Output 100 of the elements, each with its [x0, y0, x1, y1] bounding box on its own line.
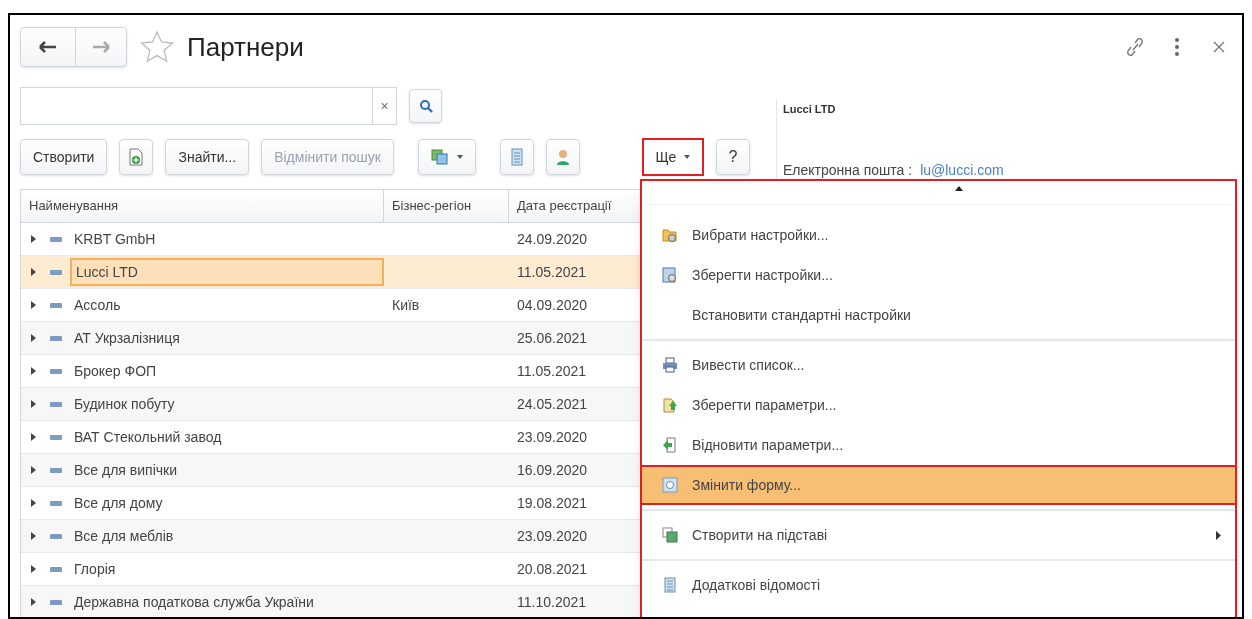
icon-button[interactable]	[545, 139, 580, 175]
expand-arrow-icon[interactable]	[31, 499, 36, 507]
column-header[interactable]: Найменування	[29, 196, 119, 216]
table-cell-text: Ассоль	[73, 295, 122, 315]
expand-arrow-icon[interactable]	[31, 466, 36, 474]
caret-icon	[684, 155, 691, 159]
expand-arrow-icon[interactable]	[31, 367, 36, 375]
table-cell: 11.05.2021	[517, 263, 587, 280]
expand-arrow-icon[interactable]	[31, 400, 36, 408]
table-cell: 04.09.2020	[517, 296, 588, 313]
disk-gear-icon	[662, 267, 678, 283]
folder-gear-icon	[662, 227, 678, 243]
table-cell: Lucci LTD	[70, 258, 384, 286]
more-button[interactable]: Ще	[641, 138, 704, 176]
table-cell-text: Брокер ФОП	[73, 361, 158, 381]
close-icon[interactable]	[1212, 40, 1226, 54]
table-cell-text: АТ Укрзалізниця	[73, 328, 181, 348]
expand-arrow-icon[interactable]	[31, 301, 36, 309]
column-header[interactable]: Бізнес-регіон	[392, 196, 472, 216]
table-cell-text: Все для меблів	[73, 526, 175, 546]
table-cell: 25.06.2021	[517, 329, 588, 346]
item-icon	[50, 269, 62, 275]
list-icon	[664, 577, 676, 593]
table-row[interactable]: АТ Укрзалізниця 25.06.2021	[21, 322, 643, 355]
table-cell: 11.10.2021	[517, 593, 587, 610]
item-icon	[50, 335, 62, 341]
add-document-icon	[129, 148, 144, 166]
caret-icon	[456, 155, 463, 159]
item-icon	[50, 368, 62, 374]
table-row[interactable]: Lucci LTD 11.05.2021	[21, 256, 643, 289]
table-cell-text: Державна податкова служба України	[73, 592, 315, 612]
table-cell: 16.09.2020	[517, 461, 588, 478]
search-button[interactable]	[409, 89, 442, 123]
copy-documents-icon	[430, 149, 449, 165]
window-gear-icon	[662, 477, 678, 493]
table-row[interactable]: Будинок побуту 24.05.2021	[21, 388, 643, 421]
menu-item[interactable]: Створити на підставі	[642, 515, 1235, 555]
item-icon	[50, 236, 62, 242]
star-icon[interactable]	[139, 30, 175, 64]
item-icon	[50, 599, 62, 605]
toolbar-button[interactable]: Створити	[20, 139, 108, 175]
list-icon	[510, 148, 523, 166]
menu-item[interactable]: Вивести список...	[642, 345, 1235, 385]
expand-arrow-icon[interactable]	[31, 565, 36, 573]
table-cell-text: ВАТ Стекольний завод	[73, 427, 223, 447]
more-options-icon[interactable]	[1174, 37, 1180, 57]
item-icon	[50, 434, 62, 440]
printer-icon	[662, 357, 678, 373]
item-icon	[50, 566, 62, 572]
column-header[interactable]: Дата реєстрації	[517, 196, 612, 216]
expand-arrow-icon[interactable]	[31, 334, 36, 342]
submenu-arrow-icon	[1216, 530, 1221, 540]
table-row[interactable]: Все для випічки 16.09.2020	[21, 454, 643, 487]
menu-item[interactable]: Вибрати настройки...	[642, 215, 1235, 255]
icon-button[interactable]	[119, 139, 154, 175]
expand-arrow-icon[interactable]	[31, 235, 36, 243]
table-cell: 19.08.2021	[517, 494, 588, 511]
expand-arrow-icon[interactable]	[31, 433, 36, 441]
table-row[interactable]: Державна податкова служба України 11.10.2021	[21, 586, 643, 617]
table-cell: 24.09.2020	[517, 230, 588, 247]
expand-arrow-icon[interactable]	[31, 598, 36, 606]
table-cell-text: Все для випічки	[73, 460, 178, 480]
table-cell: 23.09.2020	[517, 428, 588, 445]
person-icon	[555, 148, 570, 166]
document-arrow-icon	[662, 397, 678, 413]
item-icon	[50, 401, 62, 407]
table-cell: 20.08.2021	[517, 560, 588, 577]
expand-arrow-icon[interactable]	[31, 268, 36, 276]
menu-item[interactable]: Зберегти настройки...	[642, 255, 1235, 295]
table-cell: 23.09.2020	[517, 527, 588, 544]
search-icon	[418, 99, 433, 113]
search-field[interactable]: ×	[20, 87, 397, 125]
menu-item[interactable]: Відновити параметри...	[642, 425, 1235, 465]
menu-item[interactable]: Встановити стандартні настройки	[642, 295, 1235, 335]
copy-documents-icon	[662, 527, 678, 543]
email-link[interactable]: lu@lucci.com	[920, 159, 1004, 181]
scroll-up-icon[interactable]	[954, 186, 963, 191]
table-cell: Київ	[392, 296, 420, 313]
toolbar-button[interactable]: Знайти...	[165, 139, 250, 175]
forward-arrow-icon	[92, 41, 110, 53]
table-cell-text: Глорія	[73, 559, 117, 579]
menu-item[interactable]: Змінити форму...	[640, 465, 1237, 505]
table-cell: 11.05.2021	[517, 362, 587, 379]
item-icon	[50, 467, 62, 473]
document-arrow-icon	[662, 437, 678, 453]
page-title: Партнери	[187, 30, 304, 64]
dropdown-button[interactable]	[417, 139, 476, 175]
table-cell: 24.05.2021	[517, 395, 588, 412]
expand-arrow-icon[interactable]	[31, 532, 36, 540]
back-arrow-icon	[39, 41, 57, 53]
partner-name: Lucci LTD	[783, 102, 837, 117]
menu-item[interactable]: Зберегти параметри...	[642, 385, 1235, 425]
table-row[interactable]: Все для меблів 23.09.2020	[21, 520, 643, 553]
link-icon[interactable]	[1124, 35, 1146, 59]
help-button[interactable]: ?	[715, 139, 750, 175]
clear-button[interactable]: ×	[372, 88, 396, 124]
menu-item[interactable]: Додаткові відомості	[642, 565, 1235, 605]
email-label: Електронна пошта :	[783, 160, 913, 180]
item-icon	[50, 500, 62, 506]
item-icon	[50, 302, 62, 308]
